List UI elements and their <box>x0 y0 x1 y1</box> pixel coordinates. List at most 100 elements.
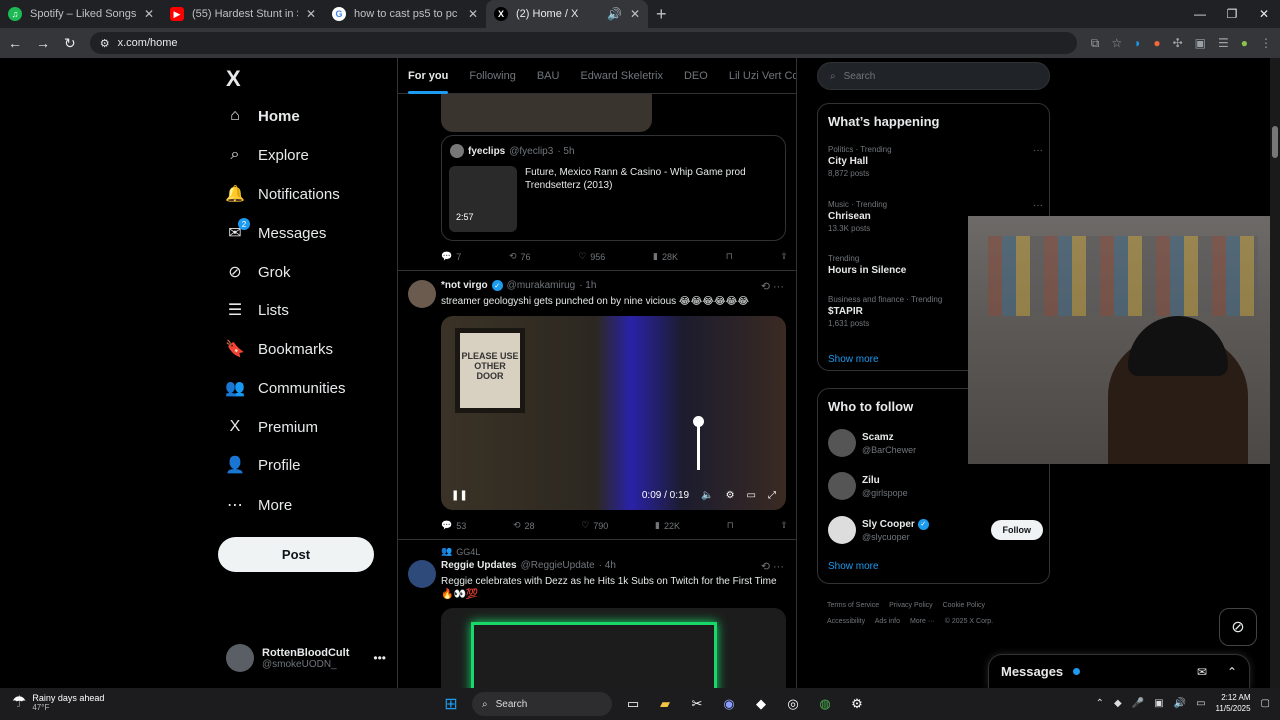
post-media[interactable] <box>441 608 786 688</box>
nav-messages[interactable]: ✉ 2 Messages <box>226 218 326 248</box>
author-handle[interactable]: @murakamirug <box>507 280 576 291</box>
nav-home[interactable]: ⌂ Home <box>226 101 300 131</box>
like-button[interactable]: ♡ 956 <box>578 251 605 262</box>
pause-icon[interactable]: ❚❚ <box>451 490 468 501</box>
discord-icon[interactable]: ◉ <box>718 693 740 715</box>
reply-button[interactable]: 💬 7 <box>441 251 461 262</box>
task-view-icon[interactable]: ▭ <box>622 693 644 715</box>
extension-icon[interactable]: ● <box>1153 36 1160 51</box>
tab-bau[interactable]: BAU <box>537 70 560 82</box>
bookmark-button[interactable]: ⊓ <box>726 251 733 262</box>
battery-icon[interactable]: ▭ <box>1196 698 1205 709</box>
author-name[interactable]: Reggie Updates <box>441 560 517 571</box>
tab-for-you[interactable]: For you <box>408 70 449 94</box>
avatar[interactable] <box>408 280 436 308</box>
new-tab-button[interactable]: + <box>656 4 667 25</box>
menu-icon[interactable]: ⋮ <box>1260 36 1272 51</box>
star-icon[interactable]: ☆ <box>1111 36 1122 51</box>
views-button[interactable]: ▮ 28K <box>653 251 678 262</box>
nav-grok[interactable]: ⊘ Grok <box>226 257 290 287</box>
app-icon[interactable]: ◎ <box>782 693 804 715</box>
close-icon[interactable]: ✕ <box>144 7 154 21</box>
footer-link[interactable]: More ··· <box>910 618 935 625</box>
volume-icon[interactable]: 🔈 <box>701 490 713 501</box>
nav-more[interactable]: ⋯ More <box>226 490 292 520</box>
bookmark-button[interactable]: ⊓ <box>727 520 734 531</box>
trend-item[interactable]: Politics · Trending City Hall 8,872 post… <box>828 145 1043 178</box>
nav-premium[interactable]: X Premium <box>226 412 318 442</box>
mic-icon[interactable]: 🎤 <box>1132 698 1144 709</box>
tab-google[interactable]: G how to cast ps5 to pc - Google ... ✕ <box>324 0 486 28</box>
show-more-link[interactable]: Show more <box>828 561 879 572</box>
page-scrollbar[interactable] <box>1270 58 1280 688</box>
settings-icon[interactable]: ⚙ <box>726 490 735 501</box>
close-icon[interactable]: ✕ <box>630 7 640 21</box>
video-player[interactable]: PLEASE USE OTHER DOOR ❚❚ 0:09 / 0:19 🔈 ⚙… <box>441 316 786 510</box>
close-icon[interactable]: ✕ <box>468 7 478 21</box>
post-more-icon[interactable]: ⟲ ··· <box>761 560 784 573</box>
more-icon[interactable]: ··· <box>1033 145 1043 156</box>
app-tray-icon[interactable]: ◆ <box>1114 698 1122 709</box>
volume-slider[interactable] <box>693 416 704 470</box>
network-icon[interactable]: ▣ <box>1154 698 1163 709</box>
file-explorer-icon[interactable]: ▰ <box>654 693 676 715</box>
windows-start-icon[interactable]: ⊞ <box>440 693 462 715</box>
x-logo[interactable]: X <box>226 66 241 92</box>
settings-icon[interactable]: ⚙ <box>846 693 868 715</box>
follow-suggestion[interactable]: Sly Cooper ✓ @slycuoper Follow <box>828 512 1043 548</box>
pip-icon[interactable]: ▭ <box>747 490 756 501</box>
footer-link[interactable]: Accessibility <box>827 618 865 625</box>
grok-floating-icon[interactable]: ⊘ <box>1219 608 1257 646</box>
share-button[interactable]: ⇪ <box>780 520 788 531</box>
nav-profile[interactable]: 👤 Profile <box>225 450 300 480</box>
notification-icon[interactable]: ▢ <box>1261 698 1270 709</box>
nav-lists[interactable]: ☰ Lists <box>226 295 289 325</box>
reload-icon[interactable]: ↻ <box>64 35 76 52</box>
messages-drawer[interactable]: Messages ✉ ⌃ <box>988 654 1250 688</box>
puzzle-icon[interactable]: ✣ <box>1173 36 1183 51</box>
post-image[interactable] <box>441 94 652 132</box>
views-button[interactable]: ▮ 22K <box>655 520 680 531</box>
nav-bookmarks[interactable]: 🔖 Bookmarks <box>225 334 333 364</box>
more-icon[interactable]: ··· <box>1033 200 1043 211</box>
tab-spotify[interactable]: ♫ Spotify – Liked Songs ✕ <box>0 0 162 28</box>
scrollbar-thumb[interactable] <box>1272 126 1278 158</box>
forward-icon[interactable]: → <box>36 35 50 51</box>
chevron-up-icon[interactable]: ⌃ <box>1096 698 1104 709</box>
footer-link[interactable]: Privacy Policy <box>889 602 933 609</box>
weather-widget[interactable]: ☂ Rainy days ahead 47°F <box>12 692 104 712</box>
taskbar-search[interactable]: ⌕ Search <box>472 692 612 716</box>
footer-link[interactable]: Ads info <box>875 618 900 625</box>
nav-communities[interactable]: 👥 Communities <box>225 373 345 403</box>
follow-suggestion[interactable]: Zilu @girlspope <box>828 468 1043 504</box>
minimize-icon[interactable]: — <box>1184 0 1216 28</box>
share-button[interactable]: ⇪ <box>780 251 788 262</box>
quoted-post[interactable]: fyeclips @fyeclip3 · 5h 2:57 Future, Mex… <box>441 135 786 241</box>
author-name[interactable]: *not virgo <box>441 280 488 291</box>
media-icon[interactable]: ☰ <box>1218 36 1229 51</box>
follow-button[interactable]: Follow <box>990 520 1043 540</box>
extension-icon[interactable]: ◗ <box>1134 36 1141 51</box>
new-message-icon[interactable]: ✉ <box>1197 665 1207 679</box>
tab-x-home[interactable]: X (2) Home / X 🔊 ✕ <box>486 0 648 28</box>
account-switcher[interactable]: RottenBloodCult @smokeUODN_ ••• <box>226 642 386 674</box>
chrome-icon[interactable]: ◍ <box>814 693 836 715</box>
post-button[interactable]: Post <box>218 537 374 572</box>
clock[interactable]: 2:12 AM 11/5/2025 <box>1216 692 1251 714</box>
back-icon[interactable]: ← <box>8 35 22 51</box>
search-input[interactable]: ⌕ Search <box>817 62 1050 90</box>
reply-button[interactable]: 💬 53 <box>441 520 466 531</box>
tab-lil-uzi-vert[interactable]: Lil Uzi Vert Comm <box>729 70 796 82</box>
repost-button[interactable]: ⟲ 76 <box>509 251 531 262</box>
fullscreen-icon[interactable]: ⤢ <box>768 490 776 501</box>
footer-link[interactable]: Terms of Service <box>827 602 879 609</box>
profile-icon[interactable]: ● <box>1241 36 1248 51</box>
avatar[interactable] <box>408 560 436 588</box>
close-window-icon[interactable]: ✕ <box>1248 0 1280 28</box>
community-name[interactable]: GG4L <box>456 547 480 557</box>
show-more-link[interactable]: Show more <box>828 354 879 365</box>
close-icon[interactable]: ✕ <box>306 7 316 21</box>
nav-notifications[interactable]: 🔔 Notifications <box>225 179 340 209</box>
tab-deo[interactable]: DEO <box>684 70 708 82</box>
repost-button[interactable]: ⟲ 28 <box>513 520 535 531</box>
